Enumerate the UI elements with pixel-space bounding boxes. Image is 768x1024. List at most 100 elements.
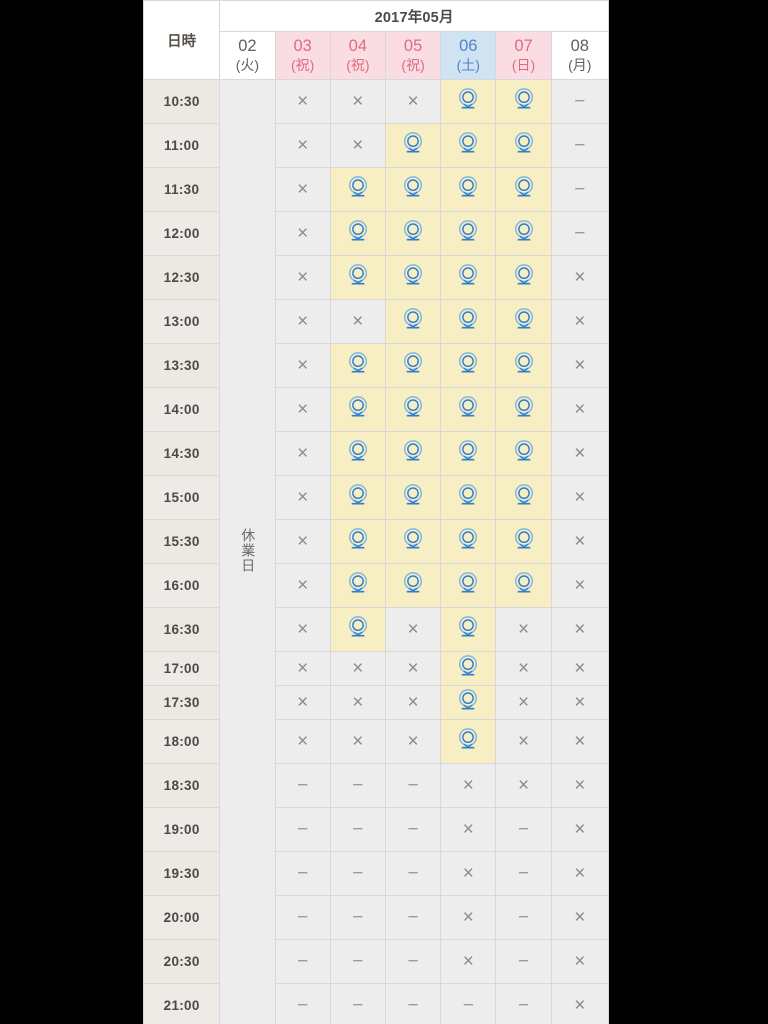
- available-circle-icon[interactable]: [346, 571, 370, 595]
- available-circle-icon[interactable]: [346, 219, 370, 243]
- slot-cell-06-1330[interactable]: [440, 343, 497, 388]
- available-circle-icon[interactable]: [456, 688, 480, 712]
- slot-cell-04-1200[interactable]: [329, 211, 386, 256]
- available-circle-icon[interactable]: [401, 219, 425, 243]
- slot-cell-05-1130[interactable]: [384, 167, 442, 212]
- available-circle-icon[interactable]: [456, 654, 480, 678]
- slot-cell-06-1200[interactable]: [440, 211, 497, 256]
- day-header-05[interactable]: 05 (祝): [384, 31, 442, 80]
- available-circle-icon[interactable]: [401, 263, 425, 287]
- day-header-02[interactable]: 02 (火): [219, 31, 276, 80]
- available-circle-icon[interactable]: [456, 263, 480, 287]
- slot-cell-04-1630[interactable]: [329, 607, 386, 652]
- slot-cell-04-1130[interactable]: [329, 167, 386, 212]
- slot-cell-06-1600[interactable]: [440, 563, 497, 608]
- slot-cell-07-1100[interactable]: [495, 123, 552, 168]
- available-circle-icon[interactable]: [401, 483, 425, 507]
- available-circle-icon[interactable]: [346, 175, 370, 199]
- available-circle-icon[interactable]: [401, 131, 425, 155]
- slot-cell-06-1500[interactable]: [440, 475, 497, 520]
- slot-cell-04-1500[interactable]: [329, 475, 386, 520]
- available-circle-icon[interactable]: [346, 527, 370, 551]
- slot-cell-07-1500[interactable]: [495, 475, 552, 520]
- slot-cell-05-1300[interactable]: [384, 299, 442, 344]
- available-circle-icon[interactable]: [346, 263, 370, 287]
- slot-cell-05-1430[interactable]: [384, 431, 442, 476]
- slot-cell-05-1100[interactable]: [384, 123, 442, 168]
- slot-cell-04-1400[interactable]: [329, 387, 386, 432]
- available-circle-icon[interactable]: [346, 439, 370, 463]
- day-header-04[interactable]: 04 (祝): [329, 31, 386, 80]
- available-circle-icon[interactable]: [512, 395, 536, 419]
- slot-cell-06-1430[interactable]: [440, 431, 497, 476]
- available-circle-icon[interactable]: [401, 351, 425, 375]
- slot-cell-06-1530[interactable]: [440, 519, 497, 564]
- available-circle-icon[interactable]: [512, 483, 536, 507]
- available-circle-icon[interactable]: [456, 571, 480, 595]
- available-circle-icon[interactable]: [456, 527, 480, 551]
- slot-cell-06-1130[interactable]: [440, 167, 497, 212]
- slot-cell-07-1030[interactable]: [495, 79, 552, 124]
- slot-cell-07-1330[interactable]: [495, 343, 552, 388]
- available-circle-icon[interactable]: [401, 175, 425, 199]
- slot-cell-05-1400[interactable]: [384, 387, 442, 432]
- slot-cell-07-1300[interactable]: [495, 299, 552, 344]
- slot-cell-04-1530[interactable]: [329, 519, 386, 564]
- available-circle-icon[interactable]: [512, 307, 536, 331]
- day-header-07[interactable]: 07 (日): [495, 31, 552, 80]
- slot-cell-06-1300[interactable]: [440, 299, 497, 344]
- available-circle-icon[interactable]: [512, 87, 536, 111]
- slot-cell-05-1230[interactable]: [384, 255, 442, 300]
- available-circle-icon[interactable]: [401, 307, 425, 331]
- slot-cell-07-1530[interactable]: [495, 519, 552, 564]
- slot-cell-05-1330[interactable]: [384, 343, 442, 388]
- available-circle-icon[interactable]: [456, 615, 480, 639]
- available-circle-icon[interactable]: [456, 307, 480, 331]
- available-circle-icon[interactable]: [456, 483, 480, 507]
- available-circle-icon[interactable]: [456, 219, 480, 243]
- available-circle-icon[interactable]: [512, 175, 536, 199]
- slot-cell-07-1600[interactable]: [495, 563, 552, 608]
- slot-cell-04-1230[interactable]: [329, 255, 386, 300]
- available-circle-icon[interactable]: [456, 175, 480, 199]
- slot-cell-04-1430[interactable]: [329, 431, 386, 476]
- available-circle-icon[interactable]: [456, 395, 480, 419]
- available-circle-icon[interactable]: [401, 571, 425, 595]
- available-circle-icon[interactable]: [401, 527, 425, 551]
- available-circle-icon[interactable]: [401, 395, 425, 419]
- available-circle-icon[interactable]: [456, 351, 480, 375]
- available-circle-icon[interactable]: [512, 571, 536, 595]
- available-circle-icon[interactable]: [401, 439, 425, 463]
- slot-cell-06-1730[interactable]: [440, 685, 497, 720]
- available-circle-icon[interactable]: [456, 131, 480, 155]
- slot-cell-05-1200[interactable]: [384, 211, 442, 256]
- available-circle-icon[interactable]: [346, 615, 370, 639]
- slot-cell-06-1100[interactable]: [440, 123, 497, 168]
- slot-cell-06-1400[interactable]: [440, 387, 497, 432]
- available-circle-icon[interactable]: [512, 527, 536, 551]
- slot-cell-07-1430[interactable]: [495, 431, 552, 476]
- slot-cell-05-1500[interactable]: [384, 475, 442, 520]
- available-circle-icon[interactable]: [512, 439, 536, 463]
- slot-cell-06-1700[interactable]: [440, 651, 497, 686]
- schedule-page-viewport[interactable]: 日時 2017年05月 02 (火) 03 (祝) 04 (祝) 05 (祝) 06 (土) 07(…: [143, 0, 609, 1024]
- slot-cell-05-1600[interactable]: [384, 563, 442, 608]
- available-circle-icon[interactable]: [456, 439, 480, 463]
- available-circle-icon[interactable]: [512, 351, 536, 375]
- available-circle-icon[interactable]: [512, 219, 536, 243]
- slot-cell-06-1800[interactable]: [440, 719, 497, 764]
- available-circle-icon[interactable]: [456, 87, 480, 111]
- slot-cell-06-1230[interactable]: [440, 255, 497, 300]
- day-header-08[interactable]: 08 (月): [550, 31, 609, 80]
- available-circle-icon[interactable]: [346, 395, 370, 419]
- available-circle-icon[interactable]: [512, 131, 536, 155]
- available-circle-icon[interactable]: [456, 727, 480, 751]
- day-header-06[interactable]: 06 (土): [440, 31, 497, 80]
- available-circle-icon[interactable]: [512, 263, 536, 287]
- slot-cell-04-1330[interactable]: [329, 343, 386, 388]
- slot-cell-04-1600[interactable]: [329, 563, 386, 608]
- slot-cell-07-1400[interactable]: [495, 387, 552, 432]
- available-circle-icon[interactable]: [346, 483, 370, 507]
- day-header-03[interactable]: 03 (祝): [274, 31, 331, 80]
- slot-cell-06-1030[interactable]: [440, 79, 497, 124]
